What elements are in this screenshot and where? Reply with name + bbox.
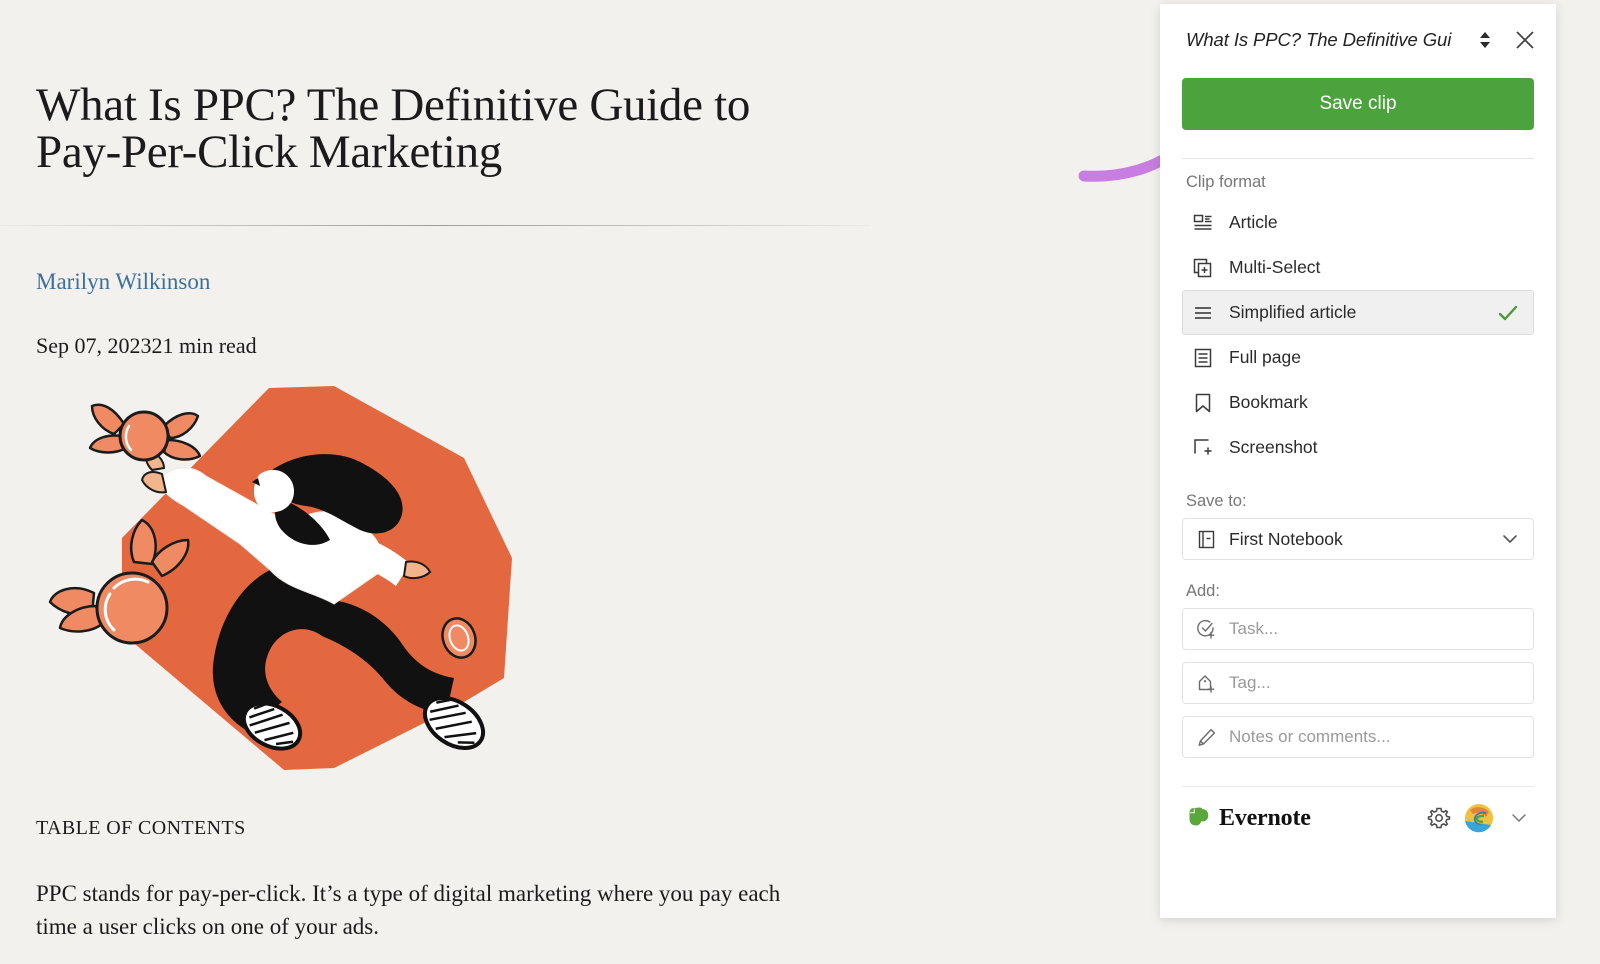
notebook-select[interactable]: First Notebook	[1182, 518, 1534, 560]
article-icon	[1191, 211, 1215, 235]
clip-format-option-article[interactable]: Article	[1182, 200, 1534, 245]
clip-format-option-label: Full page	[1229, 347, 1301, 367]
clip-format-option-label: Screenshot	[1229, 437, 1318, 457]
clip-format-option-label: Article	[1229, 212, 1278, 232]
hero-illustration	[34, 378, 534, 790]
tag-placeholder: Tag...	[1229, 673, 1271, 692]
evernote-elephant-icon	[1186, 803, 1212, 834]
save-to-label: Save to:	[1186, 492, 1247, 510]
clip-format-option-label: Bookmark	[1229, 392, 1308, 412]
notes-input[interactable]: Notes or comments...	[1182, 716, 1534, 758]
clip-format-option-simplified-article[interactable]: Simplified article	[1182, 290, 1534, 335]
clip-format-option-label: Simplified article	[1229, 302, 1357, 322]
notes-placeholder: Notes or comments...	[1229, 727, 1391, 746]
article-meta: Sep 07, 202321 min read	[36, 333, 257, 358]
toc-heading: TABLE OF CONTENTS	[36, 817, 246, 839]
gear-icon[interactable]	[1424, 803, 1454, 833]
full-page-icon	[1191, 346, 1215, 370]
title-divider	[0, 225, 870, 226]
evernote-web-clipper-panel: What Is PPC? The Definitive Gui Save cli…	[1160, 4, 1556, 918]
clip-format-list: Article Multi-Select Simplified article	[1182, 200, 1534, 470]
task-input[interactable]: Task...	[1182, 608, 1534, 650]
save-clip-button[interactable]: Save clip	[1182, 78, 1534, 130]
add-label: Add:	[1186, 582, 1220, 600]
notebook-value: First Notebook	[1229, 528, 1343, 549]
evernote-brand: Evernote	[1186, 803, 1414, 834]
clip-format-option-label: Multi-Select	[1229, 257, 1321, 277]
clip-format-option-multi-select[interactable]: Multi-Select	[1182, 245, 1534, 290]
account-chevron-down-icon[interactable]	[1504, 803, 1534, 833]
article-paragraph: PPC stands for pay-per-click. It’s a typ…	[36, 881, 781, 939]
clip-format-label: Clip format	[1186, 173, 1266, 191]
expand-collapse-icon[interactable]	[1470, 25, 1500, 55]
page-title: What Is PPC? The Definitive Guide to Pay…	[36, 79, 751, 178]
clip-title[interactable]: What Is PPC? The Definitive Gui	[1186, 29, 1460, 51]
notebook-icon	[1195, 528, 1217, 550]
task-circle-plus-icon	[1195, 618, 1217, 640]
selected-check-icon	[1497, 302, 1519, 324]
account-avatar[interactable]	[1464, 803, 1494, 833]
tag-input[interactable]: Tag...	[1182, 662, 1534, 704]
pencil-icon	[1195, 726, 1217, 748]
header-divider	[1182, 158, 1534, 159]
clip-format-option-bookmark[interactable]: Bookmark	[1182, 380, 1534, 425]
evernote-brand-name: Evernote	[1219, 804, 1311, 831]
clipper-footer: Evernote	[1160, 787, 1556, 849]
clipper-header: What Is PPC? The Definitive Gui	[1160, 4, 1556, 76]
tag-plus-icon	[1195, 672, 1217, 694]
clip-format-option-full-page[interactable]: Full page	[1182, 335, 1534, 380]
task-placeholder: Task...	[1229, 619, 1279, 638]
author-link[interactable]: Marilyn Wilkinson	[36, 269, 210, 295]
screenshot-icon	[1191, 436, 1215, 460]
bookmark-icon	[1191, 391, 1215, 415]
multi-select-icon	[1191, 256, 1215, 280]
close-icon[interactable]	[1510, 25, 1540, 55]
simplified-article-icon	[1191, 301, 1215, 325]
chevron-down-icon	[1499, 528, 1521, 550]
clip-format-option-screenshot[interactable]: Screenshot	[1182, 425, 1534, 470]
article-page: What Is PPC? The Definitive Guide to Pay…	[0, 0, 1160, 964]
